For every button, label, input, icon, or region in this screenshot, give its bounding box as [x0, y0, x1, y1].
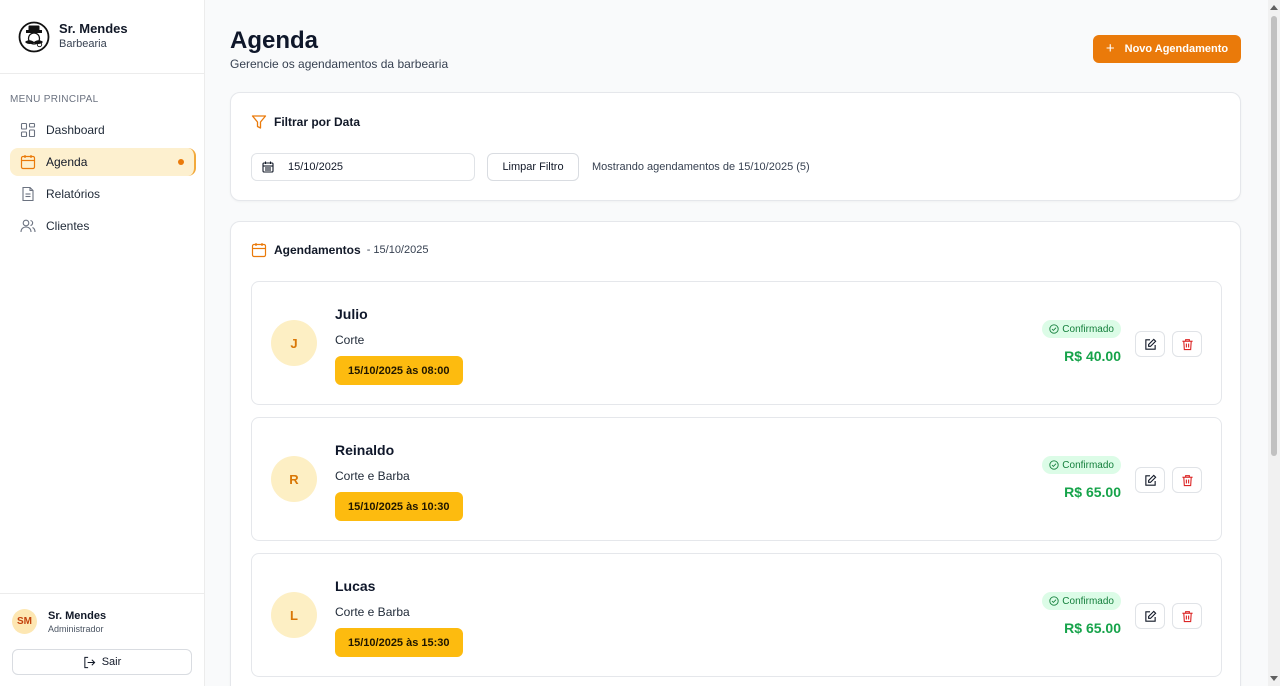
datetime-badge: 15/10/2025 às 08:00 — [335, 356, 463, 385]
barber-mustache-logo — [18, 21, 50, 52]
avatar: R — [271, 456, 317, 502]
calendar-icon — [20, 155, 36, 170]
sidebar-item-label: Clientes — [46, 219, 90, 233]
avatar: L — [271, 592, 317, 638]
delete-button[interactable] — [1172, 331, 1202, 357]
appointment-item: J Julio Corte 15/10/2025 às 08:00 Confir… — [251, 281, 1222, 405]
filter-icon — [251, 115, 267, 129]
client-name: Reinaldo — [335, 442, 395, 458]
calendar-icon — [251, 243, 267, 258]
user-name: Sr. Mendes — [48, 609, 107, 622]
filter-status-text: Mostrando agendamentos de 15/10/2025 (5) — [592, 161, 810, 173]
user-role: Administrador — [48, 623, 104, 634]
edit-icon — [1144, 474, 1156, 486]
status-badge: Confirmado — [1042, 456, 1121, 474]
edit-icon — [1144, 338, 1156, 350]
filter-title: Filtrar por Data — [274, 115, 361, 129]
document-icon — [22, 186, 34, 202]
logout-button[interactable]: Sair — [12, 649, 192, 675]
new-appointment-label: Novo Agendamento — [1124, 43, 1229, 55]
user-profile: SM Sr. Mendes Administrador — [12, 609, 106, 634]
trash-icon — [1181, 338, 1193, 350]
appointments-title: Agendamentos — [274, 243, 361, 257]
new-appointment-button[interactable]: + Novo Agendamento — [1093, 35, 1241, 63]
service-name: Corte — [335, 333, 365, 347]
sidebar-item-label: Relatórios — [46, 187, 101, 201]
logout-icon — [84, 656, 96, 668]
clear-filter-button[interactable]: Limpar Filtro — [487, 153, 579, 181]
date-filter-card: Filtrar por Data 15/10/2025 Limpar Filtr… — [230, 92, 1241, 201]
sidebar-item-relatorios[interactable]: Relatórios — [10, 180, 196, 208]
status-label: Confirmado — [1062, 459, 1114, 471]
sidebar-item-clientes[interactable]: Clientes — [10, 212, 196, 240]
logout-label: Sair — [101, 656, 122, 668]
calendar-icon — [262, 161, 274, 173]
brand-subtitle: Barbearia — [59, 38, 107, 50]
datetime-badge: 15/10/2025 às 10:30 — [335, 492, 463, 521]
main-menu: Dashboard Agenda Relatórios Clientes — [10, 116, 196, 244]
menu-section-title: MENU PRINCIPAL — [10, 94, 99, 105]
date-filter-input[interactable]: 15/10/2025 — [251, 153, 475, 181]
scroll-down-arrow-icon[interactable] — [1270, 676, 1278, 681]
filter-header: Filtrar por Data — [251, 114, 360, 130]
check-circle-icon — [1049, 596, 1059, 606]
appointments-header: Agendamentos - 15/10/2025 — [251, 242, 428, 258]
scroll-up-arrow-icon[interactable] — [1270, 5, 1278, 10]
sidebar-item-label: Dashboard — [46, 123, 105, 137]
grid-icon — [20, 122, 36, 138]
status-badge: Confirmado — [1042, 320, 1121, 338]
edit-icon — [1144, 610, 1156, 622]
sidebar-item-label: Agenda — [46, 155, 88, 169]
avatar: SM — [12, 609, 37, 634]
active-indicator-dot — [178, 159, 184, 165]
appointments-date: - 15/10/2025 — [366, 244, 429, 256]
service-name: Corte e Barba — [335, 605, 410, 619]
sidebar: Sr. Mendes Barbearia MENU PRINCIPAL Dash… — [0, 0, 205, 686]
page-subtitle: Gerencie os agendamentos da barbearia — [230, 57, 449, 71]
sidebar-item-dashboard[interactable]: Dashboard — [10, 116, 196, 144]
trash-icon — [1181, 610, 1193, 622]
appointments-card: Agendamentos - 15/10/2025 J Julio Corte … — [230, 221, 1241, 686]
service-name: Corte e Barba — [335, 469, 410, 483]
brand: Sr. Mendes Barbearia — [0, 0, 204, 74]
sidebar-item-agenda[interactable]: Agenda — [10, 148, 196, 176]
price: R$ 40.00 — [1064, 348, 1121, 364]
delete-button[interactable] — [1172, 603, 1202, 629]
date-filter-value: 15/10/2025 — [288, 161, 344, 173]
check-circle-icon — [1049, 460, 1059, 470]
price: R$ 65.00 — [1064, 620, 1121, 636]
appointment-item: R Reinaldo Corte e Barba 15/10/2025 às 1… — [251, 417, 1222, 541]
users-icon — [20, 219, 36, 233]
page-scrollbar[interactable] — [1268, 0, 1280, 686]
status-label: Confirmado — [1062, 323, 1114, 335]
datetime-badge: 15/10/2025 às 15:30 — [335, 628, 463, 657]
check-circle-icon — [1049, 324, 1059, 334]
edit-button[interactable] — [1135, 603, 1165, 629]
page-title: Agenda — [230, 27, 319, 54]
edit-button[interactable] — [1135, 467, 1165, 493]
plus-icon: + — [1105, 39, 1115, 57]
trash-icon — [1181, 474, 1193, 486]
status-badge: Confirmado — [1042, 592, 1121, 610]
appointment-item: L Lucas Corte e Barba 15/10/2025 às 15:3… — [251, 553, 1222, 677]
edit-button[interactable] — [1135, 331, 1165, 357]
delete-button[interactable] — [1172, 467, 1202, 493]
client-name: Lucas — [335, 578, 376, 594]
client-name: Julio — [335, 306, 368, 322]
brand-name: Sr. Mendes — [59, 21, 128, 36]
status-label: Confirmado — [1062, 595, 1114, 607]
sidebar-footer: SM Sr. Mendes Administrador Sair — [0, 593, 204, 686]
scrollbar-thumb[interactable] — [1271, 16, 1277, 456]
price: R$ 65.00 — [1064, 484, 1121, 500]
avatar: J — [271, 320, 317, 366]
